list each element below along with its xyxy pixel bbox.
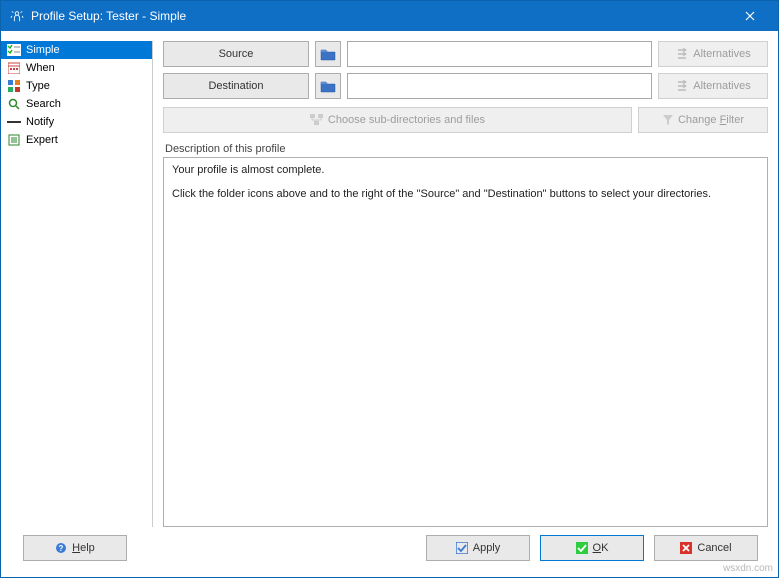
dialog-body: Simple When Type Search Notify	[1, 31, 778, 577]
help-icon: ?	[55, 542, 67, 554]
description-textbox[interactable]: Your profile is almost complete. Click t…	[163, 157, 768, 527]
sidebar-item-label: Expert	[26, 134, 58, 146]
sidebar-item-label: Search	[26, 98, 61, 110]
destination-row: Destination Alternatives	[163, 73, 768, 99]
alternatives-label: Alternatives	[693, 48, 750, 60]
window-title: Profile Setup: Tester - Simple	[31, 9, 730, 23]
cancel-icon	[680, 542, 692, 554]
svg-text:?: ?	[59, 544, 64, 553]
sidebar-item-label: When	[26, 62, 55, 74]
sidebar-item-simple[interactable]: Simple	[1, 41, 152, 59]
ok-icon	[576, 542, 588, 554]
profile-setup-window: Profile Setup: Tester - Simple Simple Wh…	[0, 0, 779, 578]
choose-subdirs-button[interactable]: Choose sub-directories and files	[163, 107, 632, 133]
type-icon	[7, 79, 21, 93]
actions-row: Choose sub-directories and files Change …	[163, 107, 768, 133]
footer: ? Help Apply OK Cancel	[1, 527, 768, 569]
destination-folder-button[interactable]	[315, 73, 341, 99]
notify-icon	[7, 115, 21, 129]
destination-alternatives-button[interactable]: Alternatives	[658, 73, 768, 99]
content-area: Source Alternatives Destination	[153, 41, 768, 527]
sidebar-item-label: Simple	[26, 44, 60, 56]
sidebar-item-when[interactable]: When	[1, 59, 152, 77]
destination-button[interactable]: Destination	[163, 73, 309, 99]
sidebar-item-label: Notify	[26, 116, 54, 128]
calendar-icon	[7, 61, 21, 75]
title-bar: Profile Setup: Tester - Simple	[1, 1, 778, 31]
change-filter-label: Change Filter	[678, 114, 744, 126]
tree-icon	[310, 114, 324, 126]
folder-icon	[320, 47, 336, 61]
apply-icon	[456, 542, 468, 554]
main-area: Simple When Type Search Notify	[1, 41, 768, 527]
source-path-input[interactable]	[347, 41, 652, 67]
help-button[interactable]: ? Help	[23, 535, 127, 561]
source-button-label: Source	[219, 48, 254, 60]
destination-button-label: Destination	[208, 80, 263, 92]
app-icon	[9, 8, 25, 24]
help-label: Help	[72, 542, 95, 554]
choose-subdirs-label: Choose sub-directories and files	[328, 114, 485, 126]
description-group-label: Description of this profile	[163, 143, 768, 155]
destination-path-input[interactable]	[347, 73, 652, 99]
filter-icon	[662, 114, 674, 126]
search-icon	[7, 97, 21, 111]
sidebar-item-type[interactable]: Type	[1, 77, 152, 95]
source-folder-button[interactable]	[315, 41, 341, 67]
description-line-1: Your profile is almost complete.	[172, 164, 759, 176]
source-alternatives-button[interactable]: Alternatives	[658, 41, 768, 67]
sidebar-item-expert[interactable]: Expert	[1, 131, 152, 149]
checklist-icon	[7, 43, 21, 57]
expert-icon	[7, 133, 21, 147]
sidebar-item-notify[interactable]: Notify	[1, 113, 152, 131]
sidebar-item-search[interactable]: Search	[1, 95, 152, 113]
sidebar-item-label: Type	[26, 80, 50, 92]
apply-button[interactable]: Apply	[426, 535, 530, 561]
alternatives-label: Alternatives	[693, 80, 750, 92]
watermark: wsxdn.com	[723, 563, 773, 574]
cancel-label: Cancel	[697, 542, 731, 554]
apply-label: Apply	[473, 542, 501, 554]
close-icon	[745, 11, 755, 21]
alternatives-icon	[675, 48, 689, 60]
sidebar: Simple When Type Search Notify	[1, 41, 153, 527]
close-button[interactable]	[730, 1, 770, 31]
folder-icon	[320, 79, 336, 93]
alternatives-icon	[675, 80, 689, 92]
source-row: Source Alternatives	[163, 41, 768, 67]
source-button[interactable]: Source	[163, 41, 309, 67]
ok-label: OK	[593, 542, 609, 554]
change-filter-button[interactable]: Change Filter	[638, 107, 768, 133]
ok-button[interactable]: OK	[540, 535, 644, 561]
cancel-button[interactable]: Cancel	[654, 535, 758, 561]
description-line-2: Click the folder icons above and to the …	[172, 188, 759, 200]
